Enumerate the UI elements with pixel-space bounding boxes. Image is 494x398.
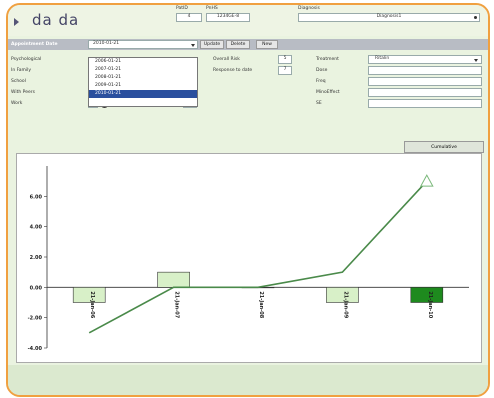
- app-window: da da PatID 4 PnHS 1234GE-8 Diagnosis Di…: [6, 3, 490, 397]
- mino-effect-label: MinoEffect: [316, 90, 340, 95]
- overall-risk-label: Overall Risk: [213, 57, 240, 62]
- update-button[interactable]: Update: [200, 40, 224, 49]
- pnhs-label: PnHS: [206, 6, 218, 11]
- dose-field[interactable]: [368, 66, 482, 75]
- dropdown-option[interactable]: 2007-01-21: [89, 66, 197, 74]
- se-field[interactable]: [368, 99, 482, 108]
- appointment-label: Appointment Date: [11, 42, 58, 47]
- dropdown-option[interactable]: 2009-01-21: [89, 82, 197, 90]
- x-tick-label: 21-Jan-08: [258, 291, 264, 318]
- bar: [157, 271, 190, 288]
- treatment-label: Treatment: [316, 57, 339, 62]
- response-label: Response to date: [213, 68, 253, 73]
- footer: [8, 365, 488, 395]
- in-family-label: In Family: [11, 68, 32, 73]
- appointment-chevron-down-icon[interactable]: [191, 44, 195, 47]
- school-label: School: [11, 79, 26, 84]
- diagnosis-dropdown-icon[interactable]: [474, 16, 477, 19]
- y-tick-label: -4.00: [28, 346, 43, 352]
- last-point-marker: [419, 174, 434, 187]
- se-label: SE: [316, 101, 322, 106]
- dropdown-option[interactable]: 2006-01-21: [89, 58, 197, 66]
- new-button[interactable]: New: [256, 40, 278, 49]
- header: da da PatID 4 PnHS 1234GE-8 Diagnosis Di…: [8, 5, 488, 36]
- bar: [410, 287, 444, 303]
- y-tick-label: 4.00: [30, 225, 43, 231]
- nav-arrow-icon[interactable]: [14, 18, 19, 26]
- cumulative-button[interactable]: Cumulative: [404, 141, 484, 153]
- x-tick-label: 21-Jan-07: [174, 291, 180, 318]
- x-tick-label: 21-Jan-09: [342, 291, 348, 318]
- treatment-select[interactable]: Ritalin: [368, 55, 482, 64]
- freq-field[interactable]: [368, 77, 482, 86]
- bar: [72, 287, 106, 303]
- delete-button[interactable]: Delete: [226, 40, 250, 49]
- overall-risk-field[interactable]: 5: [278, 55, 292, 64]
- y-tick-label: 6.00: [30, 194, 43, 200]
- pnhs-field[interactable]: 1234GE-8: [206, 13, 250, 22]
- x-tick-label: 21-Jan-10: [427, 291, 433, 318]
- dropdown-option[interactable]: 2008-01-21: [89, 74, 197, 82]
- diagnosis-field[interactable]: Diagnosis1: [298, 13, 480, 22]
- work-label: Work: [11, 101, 23, 106]
- cumulative-line: [88, 180, 428, 334]
- appointment-toolbar: Appointment Date 2010-01-21 Update Delet…: [8, 39, 488, 50]
- diagnosis-label: Diagnosis: [298, 6, 320, 11]
- y-tick-label: 2.00: [30, 255, 43, 261]
- y-tick-label: -2.00: [28, 316, 43, 322]
- freq-label: Freq: [316, 79, 326, 84]
- x-tick-label: 21-Jan-06: [89, 291, 95, 318]
- patid-field[interactable]: 4: [176, 13, 202, 22]
- patient-name: da da: [32, 11, 80, 29]
- appointment-dropdown-list[interactable]: 2006-01-21 2007-01-21 2008-01-21 2009-01…: [88, 57, 198, 107]
- mino-effect-field[interactable]: [368, 88, 482, 97]
- with-peers-label: With Peers: [11, 90, 35, 95]
- bar: [326, 287, 359, 303]
- chart-area: 6.00 4.00 2.00 0.00 -2.00 -4.00 21-Jan-06 21-Ja…: [16, 153, 482, 363]
- dose-label: Dose: [316, 68, 328, 73]
- y-tick-label: 0.00: [30, 285, 43, 291]
- patid-label: PatID: [176, 6, 188, 11]
- treatment-chevron-down-icon[interactable]: [474, 59, 478, 62]
- psychological-label: Psychological: [11, 57, 42, 62]
- response-chart: 6.00 4.00 2.00 0.00 -2.00 -4.00 21-Jan-06 21-Ja…: [28, 166, 469, 352]
- form-panel: Psychological In Family School With Peer…: [8, 50, 488, 136]
- response-field[interactable]: 7: [278, 66, 292, 75]
- dropdown-option-selected[interactable]: 2010-01-21: [89, 90, 197, 98]
- appointment-select[interactable]: 2010-01-21: [88, 40, 198, 49]
